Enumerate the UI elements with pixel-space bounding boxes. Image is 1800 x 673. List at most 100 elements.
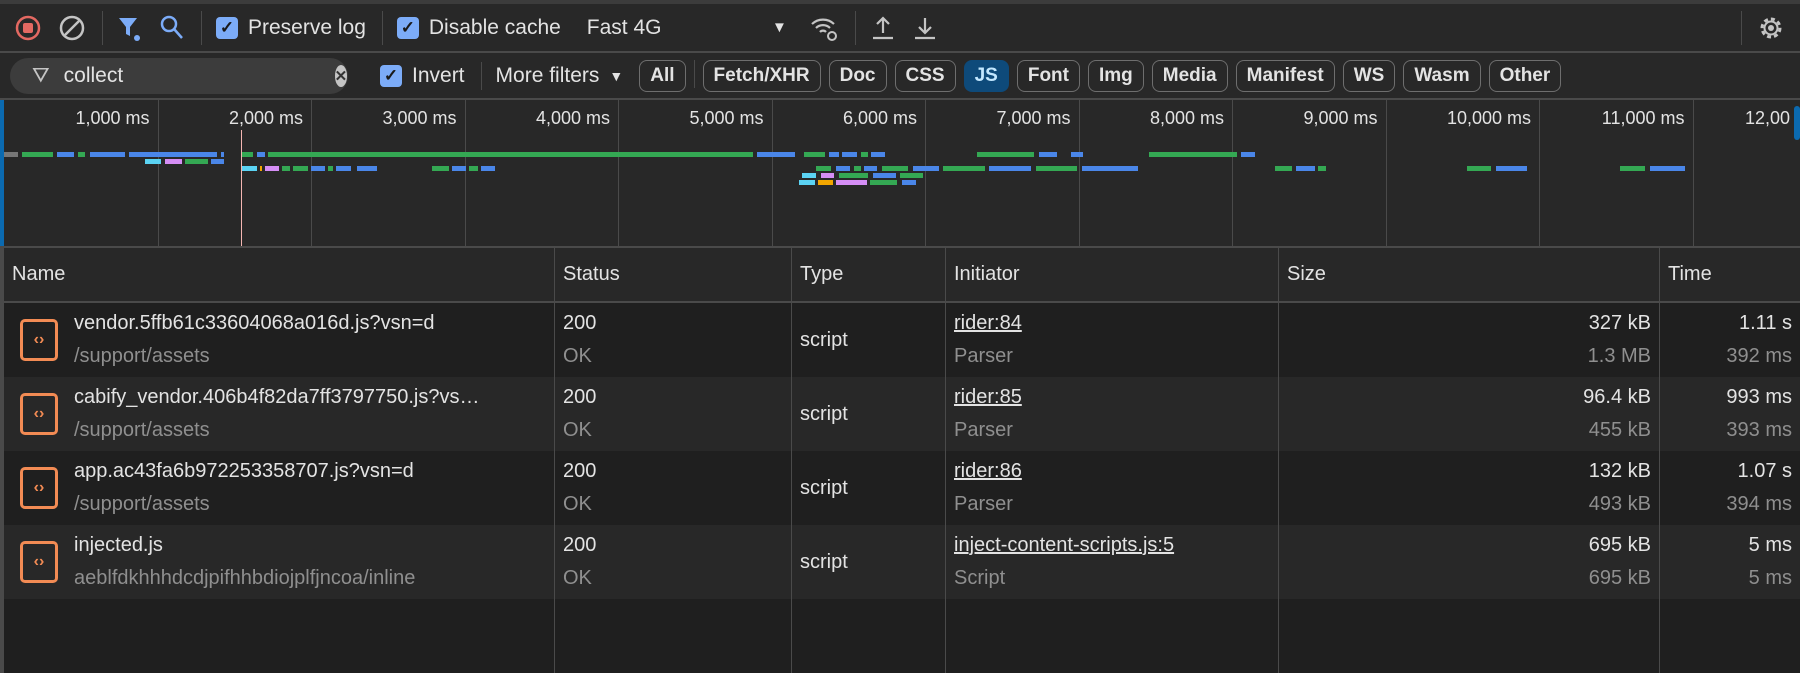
- column-header-name[interactable]: Name: [4, 248, 555, 301]
- request-path: /support/assets: [74, 345, 210, 367]
- timeline-request-bar: [221, 152, 224, 157]
- time-cell: 1.11 s 392 ms: [1660, 303, 1800, 377]
- overview-left-handle[interactable]: [0, 100, 4, 246]
- column-header-type[interactable]: Type: [792, 248, 946, 301]
- size-cell: 327 kB 1.3 MB: [1279, 303, 1660, 377]
- timeline-request-bar: [1081, 166, 1139, 171]
- throttling-select[interactable]: Fast 4G ▼: [587, 16, 787, 40]
- column-header-time[interactable]: Time: [1660, 248, 1800, 301]
- checkbox-checked-icon: ✓: [380, 64, 402, 87]
- time-cell: 1.07 s 394 ms: [1660, 451, 1800, 525]
- column-header-size[interactable]: Size: [1279, 248, 1660, 301]
- table-header: Name Status Type Initiator Size Time: [0, 248, 1800, 303]
- preserve-log-label: Preserve log: [248, 15, 366, 39]
- preserve-log-checkbox[interactable]: ✓ Preserve log: [216, 16, 366, 40]
- filter-icon: ⛛: [32, 63, 50, 87]
- clear-button[interactable]: [58, 14, 86, 42]
- settings-button[interactable]: [1756, 13, 1786, 43]
- filter-chip-fetchxhr[interactable]: Fetch/XHR: [702, 59, 821, 92]
- request-name[interactable]: injected.js: [74, 534, 415, 557]
- import-har-button[interactable]: [870, 14, 896, 42]
- timeline-request-bar: [799, 180, 815, 185]
- initiator-link[interactable]: inject-content-scripts.js:5: [954, 534, 1270, 557]
- overview-right-handle[interactable]: [1794, 106, 1800, 140]
- request-name[interactable]: app.ac43fa6b972253358707.js?vsn=d: [74, 460, 414, 483]
- clear-icon: [59, 15, 85, 40]
- initiator-cell: rider:86 Parser: [946, 451, 1279, 525]
- request-name[interactable]: vendor.5ffb61c33604068a016d.js?vsn=d: [74, 312, 435, 335]
- transfer-size: 327 kB: [1588, 312, 1651, 334]
- timeline-request-bar: [943, 166, 985, 171]
- timeline-request-bar: [820, 173, 835, 178]
- table-row[interactable]: ‹› injected.js aeblfdkhhhdcdjpifhhbdiojp…: [0, 525, 1800, 599]
- table-row[interactable]: ‹› app.ac43fa6b972253358707.js?vsn=d /su…: [0, 451, 1800, 525]
- initiator-link[interactable]: rider:84: [954, 312, 1270, 335]
- timeline-overview[interactable]: 1,000 ms 2,000 ms 3,000 ms 4,000 ms 5,000 ms…: [0, 100, 1800, 246]
- name-cell: ‹› injected.js aeblfdkhhhdcdjpifhhbdiojp…: [4, 525, 555, 599]
- status-code: 200: [563, 386, 597, 408]
- search-button[interactable]: [159, 14, 185, 42]
- filter-toggle-button[interactable]: [117, 14, 143, 42]
- timeline-request-bar: [1274, 166, 1292, 171]
- size-cell: 132 kB 493 kB: [1279, 451, 1660, 525]
- timeline-gridline: [618, 100, 619, 246]
- table-row[interactable]: ‹› cabify_vendor.406b4f82da7ff3797750.js…: [0, 377, 1800, 451]
- export-har-button[interactable]: [912, 14, 938, 42]
- time-cell: 993 ms 393 ms: [1660, 377, 1800, 451]
- table-row[interactable]: ‹› vendor.5ffb61c33604068a016d.js?vsn=d …: [0, 303, 1800, 377]
- checkbox-checked-icon: ✓: [216, 16, 238, 39]
- filter-chip-ws[interactable]: WS: [1342, 59, 1396, 92]
- timeline-request-bar: [469, 166, 479, 171]
- invert-checkbox[interactable]: ✓ Invert: [380, 64, 465, 88]
- filter-chip-media[interactable]: Media: [1151, 59, 1228, 92]
- initiator-type: Script: [954, 567, 1006, 589]
- clear-filter-icon[interactable]: ✕: [334, 64, 348, 87]
- timeline-gridline: [311, 100, 312, 246]
- type-cell: script: [792, 525, 946, 599]
- timeline-request-bar: [835, 180, 867, 185]
- filter-chip-wasm[interactable]: Wasm: [1403, 59, 1481, 92]
- initiator-link[interactable]: rider:86: [954, 460, 1270, 483]
- script-file-icon: ‹›: [20, 541, 58, 583]
- filter-chip-manifest[interactable]: Manifest: [1235, 59, 1335, 92]
- more-filters-dropdown[interactable]: More filters ▼: [496, 64, 624, 88]
- initiator-cell: rider:84 Parser: [946, 303, 1279, 377]
- timeline-request-bar: [756, 152, 795, 157]
- timeline-request-bar: [835, 166, 850, 171]
- dropdown-arrow-icon: ▼: [609, 67, 624, 84]
- timeline-request-bar: [839, 173, 869, 178]
- network-conditions-button[interactable]: [809, 14, 839, 42]
- filter-chip-font[interactable]: Font: [1016, 59, 1080, 92]
- filter-input-container: ⛛ ✕: [10, 57, 348, 94]
- filter-chip-js[interactable]: JS: [963, 59, 1009, 92]
- stop-recording-button[interactable]: [14, 14, 42, 42]
- timeline-tick-label: 7,000 ms: [996, 108, 1071, 128]
- column-header-status[interactable]: Status: [555, 248, 792, 301]
- timeline-request-bar: [1035, 166, 1077, 171]
- name-cell: ‹› app.ac43fa6b972253358707.js?vsn=d /su…: [4, 451, 555, 525]
- initiator-cell: inject-content-scripts.js:5 Script: [946, 525, 1279, 599]
- disable-cache-checkbox[interactable]: ✓ Disable cache: [396, 16, 561, 40]
- filter-chip-doc[interactable]: Doc: [828, 59, 887, 92]
- timeline-request-bar: [264, 166, 279, 171]
- timeline-request-bar: [327, 166, 333, 171]
- initiator-link[interactable]: rider:85: [954, 386, 1270, 409]
- filter-chip-css[interactable]: CSS: [894, 59, 956, 92]
- filter-input[interactable]: [63, 63, 335, 88]
- filter-chip-img[interactable]: Img: [1088, 59, 1144, 92]
- filter-chip-other[interactable]: Other: [1488, 59, 1562, 92]
- timeline-request-bar: [1038, 152, 1058, 157]
- timeline-request-bar: [829, 152, 840, 157]
- timeline-gridline: [157, 100, 159, 246]
- timeline-request-bar: [842, 152, 858, 157]
- resource-size: 493 kB: [1588, 493, 1651, 515]
- checkbox-checked-icon: ✓: [396, 16, 419, 39]
- filter-chip-all[interactable]: All: [639, 59, 686, 92]
- latency: 392 ms: [1726, 345, 1792, 367]
- timeline-request-bar: [912, 166, 939, 171]
- timeline-request-bar: [1317, 166, 1326, 171]
- request-name[interactable]: cabify_vendor.406b4f82da7ff3797750.js?vs…: [74, 386, 480, 409]
- column-header-initiator[interactable]: Initiator: [946, 248, 1279, 301]
- timeline-tick-label: 4,000 ms: [535, 108, 610, 128]
- timeline-request-bar: [900, 173, 924, 178]
